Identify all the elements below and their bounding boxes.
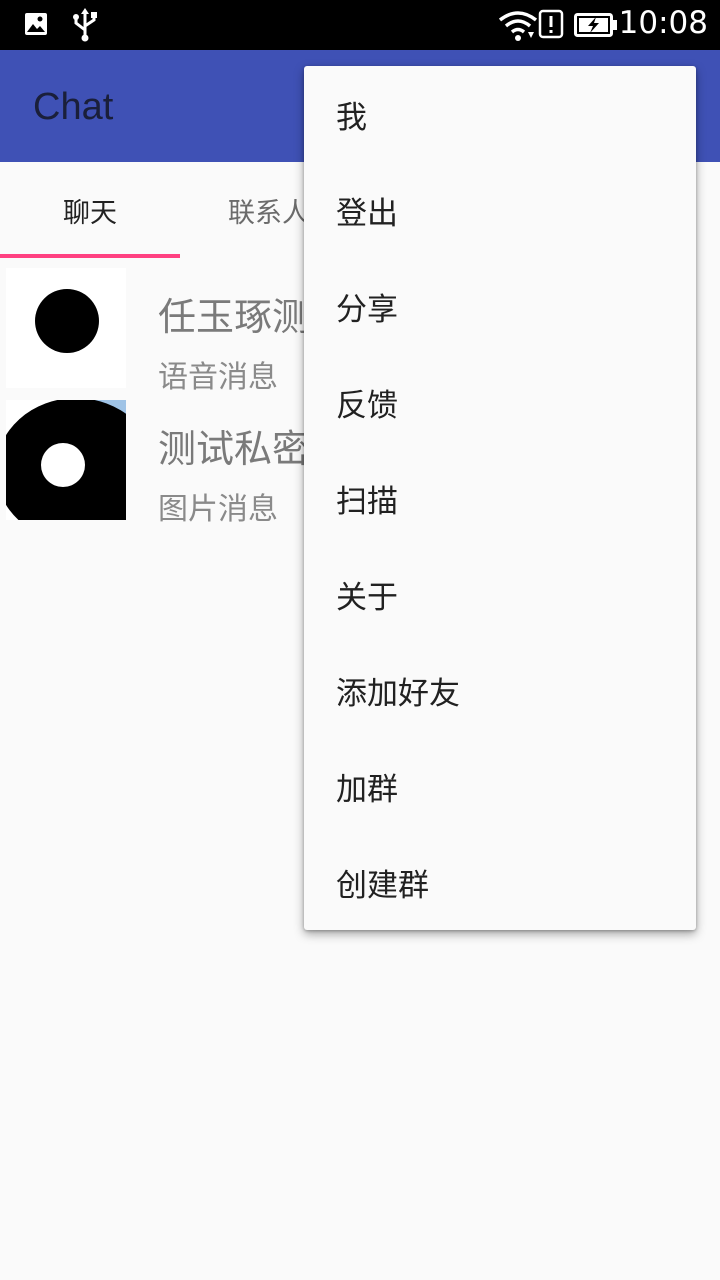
tab-indicator [0, 254, 180, 258]
status-time: 10:08 [618, 5, 708, 41]
menu-item-label: 创建群 [336, 867, 429, 904]
tab-chat[interactable]: 聊天 [0, 162, 180, 258]
avatar [6, 268, 126, 388]
gallery-icon [24, 12, 48, 40]
menu-item-label: 我 [336, 99, 367, 136]
conversation-preview: 语音消息 [158, 360, 278, 395]
menu-item-label: 添加好友 [336, 675, 460, 712]
menu-item-label: 登出 [336, 195, 398, 232]
tab-contacts-label: 联系人 [228, 197, 309, 229]
menu-item-about[interactable]: 关于 [304, 546, 696, 642]
conversation-name: 任玉琢测 [158, 295, 311, 339]
battery-charging-icon [574, 13, 618, 41]
menu-item-label: 关于 [336, 579, 398, 616]
menu-item-me[interactable]: 我 [304, 66, 696, 162]
overflow-menu: 我 登出 分享 反馈 扫描 关于 添加好友 加群 创建群 [304, 66, 696, 930]
menu-item-logout[interactable]: 登出 [304, 162, 696, 258]
status-bar: 10:08 [0, 0, 720, 50]
menu-item-share[interactable]: 分享 [304, 258, 696, 354]
menu-item-scan[interactable]: 扫描 [304, 450, 696, 546]
wifi-icon [498, 10, 538, 46]
menu-item-join-group[interactable]: 加群 [304, 738, 696, 834]
menu-item-label: 分享 [336, 291, 398, 328]
menu-item-feedback[interactable]: 反馈 [304, 354, 696, 450]
usb-icon [72, 8, 98, 46]
tab-chat-label: 聊天 [63, 197, 117, 229]
conversation-name: 测试私密 [158, 427, 311, 471]
menu-item-label: 扫描 [336, 483, 398, 520]
menu-item-label: 反馈 [336, 387, 398, 424]
menu-item-create-group[interactable]: 创建群 [304, 834, 696, 930]
menu-item-label: 加群 [336, 771, 398, 808]
avatar [6, 400, 126, 520]
alert-icon [538, 9, 564, 43]
app-title: Chat [33, 86, 114, 128]
conversation-preview: 图片消息 [158, 492, 278, 527]
menu-item-add-friend[interactable]: 添加好友 [304, 642, 696, 738]
